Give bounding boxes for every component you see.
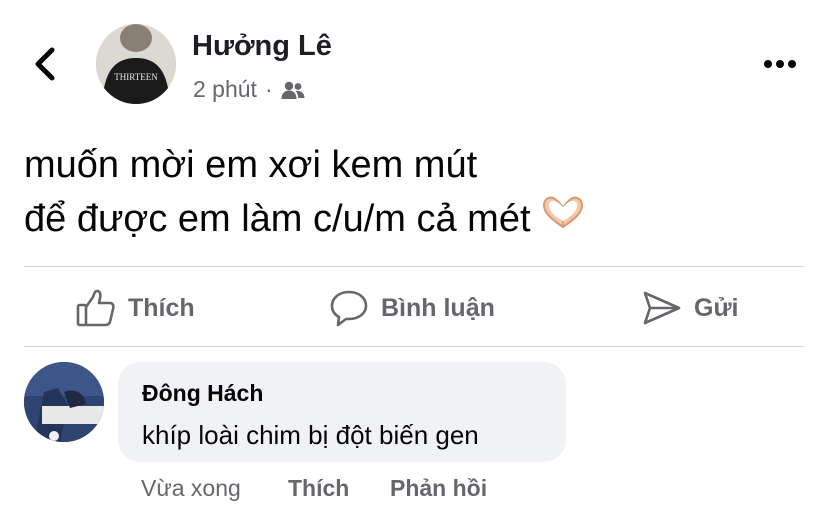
comment-bubble-icon bbox=[330, 290, 368, 327]
comment-text: khíp loài chim bị đột biến gen bbox=[142, 420, 479, 450]
thumbs-up-icon bbox=[76, 289, 115, 327]
send-icon bbox=[643, 291, 681, 325]
post-meta: 2 phút · bbox=[193, 76, 305, 103]
like-button[interactable]: Thích bbox=[76, 280, 195, 336]
post-text-line-2: để được em làm c/u/m cả mét bbox=[24, 192, 804, 248]
like-label: Thích bbox=[128, 293, 195, 322]
send-label: Gửi bbox=[694, 293, 739, 322]
heart-hands-icon bbox=[539, 193, 587, 248]
comment-reply-button[interactable]: Phản hồi bbox=[390, 475, 487, 502]
commenter-name[interactable]: Đông Hách bbox=[142, 380, 263, 407]
post-author-name[interactable]: Hưởng Lê bbox=[192, 30, 332, 63]
more-dots-icon bbox=[764, 60, 796, 68]
more-options-button[interactable] bbox=[756, 52, 808, 76]
post-time[interactable]: 2 phút bbox=[193, 76, 257, 103]
comment-label: Bình luận bbox=[381, 293, 495, 322]
comment-time: Vừa xong bbox=[141, 475, 241, 501]
commenter-avatar[interactable] bbox=[24, 362, 104, 442]
send-button[interactable]: Gửi bbox=[642, 280, 739, 336]
back-button[interactable] bbox=[28, 40, 64, 88]
divider-bottom bbox=[24, 346, 804, 347]
post-body: muốn mời em xơi kem mút để được em làm c… bbox=[24, 138, 804, 248]
friends-icon bbox=[281, 81, 305, 99]
comment-like-button[interactable]: Thích bbox=[288, 475, 349, 502]
divider-top bbox=[24, 266, 804, 267]
chevron-left-icon bbox=[35, 47, 55, 81]
author-avatar[interactable]: THIRTEEN bbox=[96, 24, 176, 104]
meta-separator: · bbox=[264, 76, 273, 102]
post-text-line-2-text: để được em làm c/u/m cả mét bbox=[24, 198, 531, 240]
post-text-line-1: muốn mời em xơi kem mút bbox=[24, 144, 478, 186]
svg-text:THIRTEEN: THIRTEEN bbox=[114, 72, 158, 82]
comment-button[interactable]: Bình luận bbox=[329, 280, 495, 336]
